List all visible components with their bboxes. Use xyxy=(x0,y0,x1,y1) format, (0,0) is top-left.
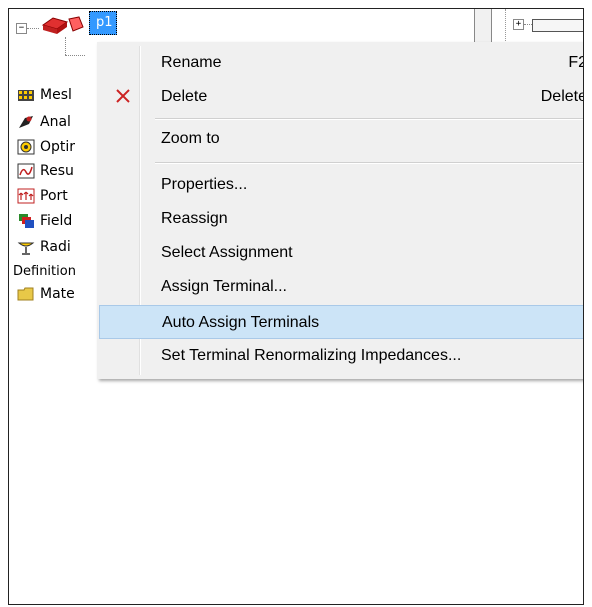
boundary-assignment-icon xyxy=(41,16,84,34)
menu-item-shortcut: F2 xyxy=(568,54,583,71)
menu-item-label: Delete xyxy=(161,88,208,105)
menu-item-label: Properties... xyxy=(161,176,248,193)
menu-item-shortcut: Delete xyxy=(540,88,584,105)
tree-item-label: Optir xyxy=(40,139,76,155)
menu-item-properties[interactable]: Properties... xyxy=(99,168,583,202)
results-icon xyxy=(17,163,35,179)
tree-item-port[interactable]: Port xyxy=(17,184,68,208)
selected-node-label: p1 xyxy=(96,15,113,30)
delete-x-icon xyxy=(116,89,130,103)
tree-item-definitions[interactable]: Definition xyxy=(13,259,76,283)
tree-item-radiation[interactable]: Radi xyxy=(17,235,71,259)
tree-guide-line xyxy=(65,37,66,55)
tree-guide-line xyxy=(65,55,85,56)
optimetrics-icon xyxy=(17,139,35,155)
menu-separator xyxy=(155,162,583,164)
tree-item-materials[interactable]: Mate xyxy=(17,282,75,306)
analysis-icon xyxy=(19,116,33,128)
menu-item-reassign[interactable]: Reassign xyxy=(99,202,583,236)
tree-item-label: Field xyxy=(40,213,73,229)
menu-item-select-assignment[interactable]: Select Assignment xyxy=(99,236,583,270)
menu-item-label: Rename xyxy=(161,54,222,71)
tree-item-label: Mate xyxy=(40,286,75,302)
menu-separator xyxy=(155,118,583,120)
tree-item-label: Port xyxy=(40,188,68,204)
tree-item-field-overlays[interactable]: Field xyxy=(17,209,72,233)
menu-item-label: Auto Assign Terminals xyxy=(162,314,320,331)
tree-item-label: Resu xyxy=(40,163,74,179)
menu-item-label: Zoom to xyxy=(161,130,220,147)
tree-item-label: Radi xyxy=(40,239,71,255)
tree-item-label: Anal xyxy=(40,114,71,130)
menu-item-label: Reassign xyxy=(161,210,228,227)
tree-guide-line xyxy=(505,9,506,43)
menu-item-label: Set Terminal Renormalizing Impedances... xyxy=(161,347,462,364)
tree-guide-line xyxy=(27,28,39,29)
selected-tree-node[interactable]: p1 xyxy=(89,11,117,35)
menu-item-zoom-to[interactable]: Zoom to xyxy=(99,122,583,156)
tree-item-results[interactable]: Resu xyxy=(17,159,74,183)
expand-toggle-icon[interactable]: + xyxy=(513,19,524,30)
menu-item-set-terminal-renormalizing-impedances[interactable]: Set Terminal Renormalizing Impedances... xyxy=(99,339,583,373)
collapsed-node-box[interactable] xyxy=(532,19,583,32)
menu-item-rename[interactable]: Rename F2 xyxy=(99,46,583,80)
tree-item-label: Definition xyxy=(13,263,76,279)
folder-icon xyxy=(17,287,34,301)
radiation-icon xyxy=(17,242,35,255)
tree-item-label: Mesl xyxy=(40,87,72,103)
panel-splitter[interactable] xyxy=(474,9,492,43)
tree-item-mesh[interactable]: Mesl xyxy=(17,83,72,107)
tree-guide-line xyxy=(524,24,532,25)
menu-item-assign-terminal[interactable]: Assign Terminal... xyxy=(99,270,583,304)
mesh-icon xyxy=(18,90,34,101)
context-menu: Rename F2 Delete Delete Zoom to Properti… xyxy=(97,42,584,379)
tree-item-optimetrics[interactable]: Optir xyxy=(17,135,75,159)
collapse-toggle-icon[interactable]: − xyxy=(16,23,27,34)
tree-item-analysis[interactable]: Anal xyxy=(17,110,71,134)
field-overlays-icon xyxy=(19,214,34,228)
port-field-display-icon xyxy=(17,188,35,204)
project-tree-panel: + − p1 Mesl Anal Optir Resu Port Field R… xyxy=(8,8,584,605)
menu-item-label: Select Assignment xyxy=(161,244,293,261)
menu-item-auto-assign-terminals[interactable]: Auto Assign Terminals xyxy=(99,305,583,339)
menu-item-label: Assign Terminal... xyxy=(161,278,287,295)
menu-item-delete[interactable]: Delete Delete xyxy=(99,80,584,114)
